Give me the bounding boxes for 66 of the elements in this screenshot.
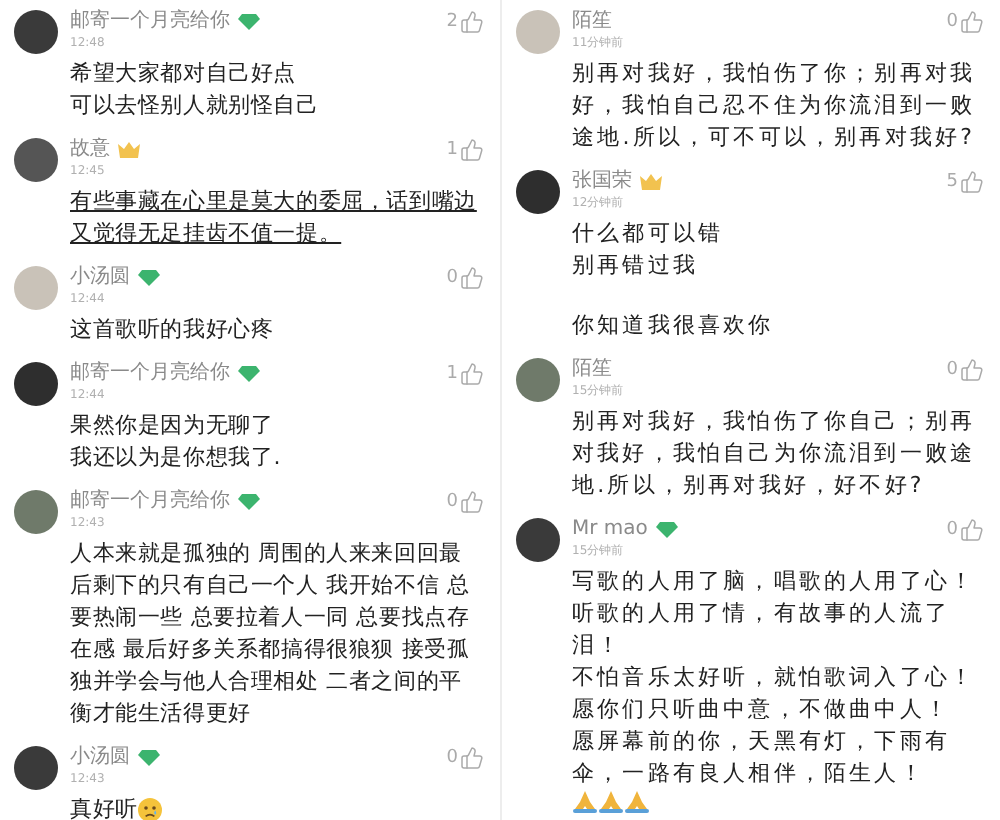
praying-hands-icon <box>598 790 624 814</box>
like-count: 0 <box>946 360 958 380</box>
comment-text: 别再对我好，我怕伤了你自己；别再对我好，我怕自己为你流泪到一败途地.所以，别再对我好，好不好? <box>572 406 978 502</box>
thumbs-up-icon[interactable] <box>960 170 984 194</box>
avatar[interactable] <box>14 746 58 790</box>
comment-text: 我还以为是你想我了. <box>70 442 283 474</box>
like-count: 1 <box>446 364 458 384</box>
user-name[interactable]: 邮寄一个月亮给你 <box>70 360 230 386</box>
thumbs-up-icon[interactable] <box>960 10 984 34</box>
diamond-badge-icon <box>655 521 678 537</box>
comment-text: 别再错过我 <box>572 250 700 282</box>
comment-text: 愿你们只听曲中意，不做曲中人！ <box>572 694 952 726</box>
like-count: 0 <box>446 492 458 512</box>
thumbs-up-icon[interactable] <box>460 362 484 386</box>
avatar[interactable] <box>14 138 58 182</box>
comment-text: 别再对我好，我怕伤了你；别再对我好，我怕自己忍不住为你流泪到一败途地.所以，可不可以，别再对我好? <box>572 58 978 154</box>
user-name[interactable]: 小汤圆 <box>70 744 130 770</box>
thumbs-up-icon[interactable] <box>460 746 484 770</box>
diamond-badge-icon <box>238 493 260 509</box>
comment-text: 你知道我很喜欢你 <box>572 310 776 342</box>
like-count: 1 <box>446 140 458 160</box>
avatar[interactable] <box>516 518 560 562</box>
user-name[interactable]: 邮寄一个月亮给你 <box>70 488 230 514</box>
avatar[interactable] <box>516 170 560 214</box>
diamond-badge-icon <box>238 13 260 29</box>
comment-text: 希望大家都对自己好点 <box>70 58 298 90</box>
like-count: 5 <box>946 172 958 192</box>
like-count: 0 <box>946 12 958 32</box>
thumbs-up-icon[interactable] <box>460 490 484 514</box>
user-name[interactable]: 张国荣 <box>572 168 632 194</box>
avatar[interactable] <box>14 362 58 406</box>
comment-text: 真好听 <box>70 794 138 820</box>
thumbs-up-icon[interactable] <box>460 138 484 162</box>
user-name[interactable]: 邮寄一个月亮给你 <box>70 8 230 34</box>
like-count: 0 <box>446 268 458 288</box>
like-count: 0 <box>446 748 458 768</box>
comment-text: 什么都可以错 <box>572 218 726 250</box>
comment-text: 写歌的人用了脑，唱歌的人用了心！ <box>572 566 978 598</box>
diamond-badge-icon <box>138 749 160 765</box>
comment-text: 不怕音乐太好听，就怕歌词入了心！ <box>572 662 978 694</box>
user-name[interactable]: 小汤圆 <box>70 264 130 290</box>
thumbs-up-icon[interactable] <box>960 518 984 542</box>
comment-text: 愿屏幕前的你，天黑有灯，下雨有伞，一路有良人相伴，陌生人！ <box>572 726 952 790</box>
user-name[interactable]: 陌笙 <box>572 356 612 382</box>
comment-text: 果然你是因为无聊了 <box>70 410 276 442</box>
comment-text: 听歌的人用了情，有故事的人流了泪！ <box>572 598 952 662</box>
user-name[interactable]: Mr mao <box>572 516 648 542</box>
comment-text: 有些事藏在心里是莫大的委屈，话到嘴边又觉得无足挂齿不值一提。 <box>70 186 479 250</box>
comment-text: 这首歌听的我好心疼 <box>70 314 276 346</box>
like-count: 0 <box>946 520 958 540</box>
user-name[interactable]: 陌笙 <box>572 8 612 34</box>
comment-text: 人本来就是孤独的 周围的人来来回回最后剩下的只有自己一个人 我开始不信 总要热闹一些 总要拉着人一同 总要找点存在感 最后好多关系都搞得很狼狈 接受孤独并学会与他人合理相处 二者之间的平衡才能生活得更好 <box>70 538 472 730</box>
avatar[interactable] <box>14 10 58 54</box>
comment-text: 可以去怪别人就别怪自己 <box>70 90 321 122</box>
crown-badge-icon <box>118 141 140 157</box>
crown-badge-icon <box>640 173 662 189</box>
thumbs-up-icon[interactable] <box>960 358 984 382</box>
praying-hands-icon <box>624 790 650 814</box>
diamond-badge-icon <box>138 269 160 285</box>
like-count: 2 <box>446 12 458 32</box>
diamond-badge-icon <box>238 365 260 381</box>
thumbs-up-icon[interactable] <box>460 10 484 34</box>
praying-hands-icon <box>572 790 598 814</box>
user-name[interactable]: 故意 <box>70 136 110 162</box>
thumbs-up-icon[interactable] <box>460 266 484 290</box>
crying-face-icon <box>137 798 162 820</box>
